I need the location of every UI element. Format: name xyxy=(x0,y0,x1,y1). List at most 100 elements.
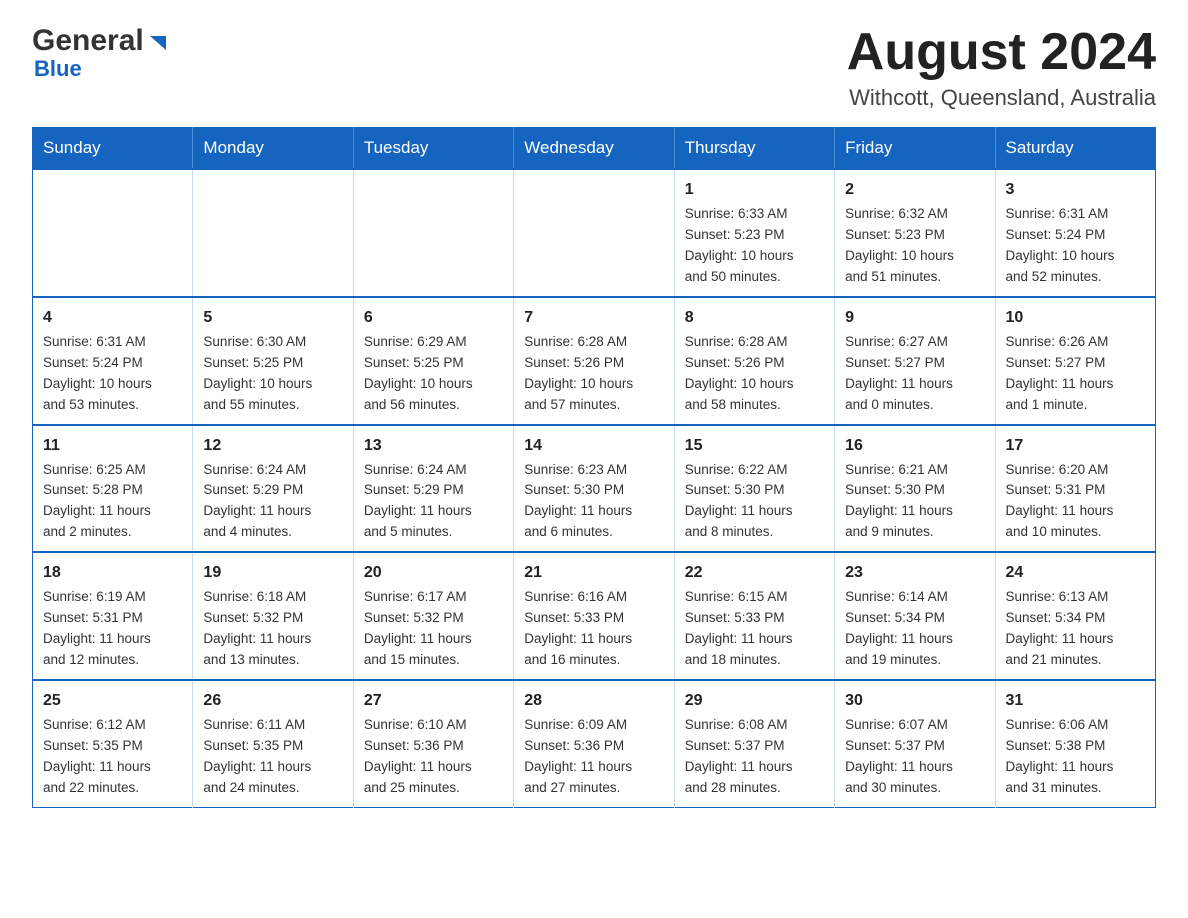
day-of-week-header: Thursday xyxy=(674,128,834,170)
day-number: 2 xyxy=(845,178,984,202)
day-info: Sunrise: 6:27 AM Sunset: 5:27 PM Dayligh… xyxy=(845,332,984,416)
day-number: 10 xyxy=(1006,306,1145,330)
calendar-cell: 24Sunrise: 6:13 AM Sunset: 5:34 PM Dayli… xyxy=(995,552,1155,680)
day-number: 18 xyxy=(43,561,182,585)
day-info: Sunrise: 6:31 AM Sunset: 5:24 PM Dayligh… xyxy=(43,332,182,416)
day-number: 19 xyxy=(203,561,342,585)
day-info: Sunrise: 6:17 AM Sunset: 5:32 PM Dayligh… xyxy=(364,587,503,671)
day-number: 23 xyxy=(845,561,984,585)
calendar-week-row: 25Sunrise: 6:12 AM Sunset: 5:35 PM Dayli… xyxy=(33,680,1156,807)
day-info: Sunrise: 6:32 AM Sunset: 5:23 PM Dayligh… xyxy=(845,204,984,288)
day-info: Sunrise: 6:23 AM Sunset: 5:30 PM Dayligh… xyxy=(524,460,663,544)
calendar-cell: 9Sunrise: 6:27 AM Sunset: 5:27 PM Daylig… xyxy=(835,297,995,425)
day-number: 31 xyxy=(1006,689,1145,713)
day-info: Sunrise: 6:07 AM Sunset: 5:37 PM Dayligh… xyxy=(845,715,984,799)
day-info: Sunrise: 6:14 AM Sunset: 5:34 PM Dayligh… xyxy=(845,587,984,671)
day-info: Sunrise: 6:18 AM Sunset: 5:32 PM Dayligh… xyxy=(203,587,342,671)
day-number: 28 xyxy=(524,689,663,713)
calendar-cell: 18Sunrise: 6:19 AM Sunset: 5:31 PM Dayli… xyxy=(33,552,193,680)
calendar-cell: 30Sunrise: 6:07 AM Sunset: 5:37 PM Dayli… xyxy=(835,680,995,807)
calendar-cell xyxy=(33,169,193,297)
calendar-cell: 26Sunrise: 6:11 AM Sunset: 5:35 PM Dayli… xyxy=(193,680,353,807)
calendar-cell: 5Sunrise: 6:30 AM Sunset: 5:25 PM Daylig… xyxy=(193,297,353,425)
calendar-week-row: 18Sunrise: 6:19 AM Sunset: 5:31 PM Dayli… xyxy=(33,552,1156,680)
day-info: Sunrise: 6:08 AM Sunset: 5:37 PM Dayligh… xyxy=(685,715,824,799)
day-number: 14 xyxy=(524,434,663,458)
day-number: 21 xyxy=(524,561,663,585)
day-of-week-header: Sunday xyxy=(33,128,193,170)
page-header: General Blue August 2024 Withcott, Queen… xyxy=(32,24,1156,111)
calendar-cell: 15Sunrise: 6:22 AM Sunset: 5:30 PM Dayli… xyxy=(674,425,834,553)
day-info: Sunrise: 6:25 AM Sunset: 5:28 PM Dayligh… xyxy=(43,460,182,544)
calendar-cell: 6Sunrise: 6:29 AM Sunset: 5:25 PM Daylig… xyxy=(353,297,513,425)
calendar-cell: 10Sunrise: 6:26 AM Sunset: 5:27 PM Dayli… xyxy=(995,297,1155,425)
day-number: 29 xyxy=(685,689,824,713)
day-info: Sunrise: 6:24 AM Sunset: 5:29 PM Dayligh… xyxy=(364,460,503,544)
day-info: Sunrise: 6:13 AM Sunset: 5:34 PM Dayligh… xyxy=(1006,587,1145,671)
calendar-cell: 3Sunrise: 6:31 AM Sunset: 5:24 PM Daylig… xyxy=(995,169,1155,297)
day-info: Sunrise: 6:11 AM Sunset: 5:35 PM Dayligh… xyxy=(203,715,342,799)
calendar-cell: 14Sunrise: 6:23 AM Sunset: 5:30 PM Dayli… xyxy=(514,425,674,553)
day-number: 16 xyxy=(845,434,984,458)
day-info: Sunrise: 6:19 AM Sunset: 5:31 PM Dayligh… xyxy=(43,587,182,671)
day-number: 5 xyxy=(203,306,342,330)
day-info: Sunrise: 6:22 AM Sunset: 5:30 PM Dayligh… xyxy=(685,460,824,544)
day-of-week-header: Tuesday xyxy=(353,128,513,170)
calendar-cell: 1Sunrise: 6:33 AM Sunset: 5:23 PM Daylig… xyxy=(674,169,834,297)
calendar-cell: 8Sunrise: 6:28 AM Sunset: 5:26 PM Daylig… xyxy=(674,297,834,425)
day-info: Sunrise: 6:26 AM Sunset: 5:27 PM Dayligh… xyxy=(1006,332,1145,416)
day-number: 24 xyxy=(1006,561,1145,585)
calendar-cell xyxy=(193,169,353,297)
day-info: Sunrise: 6:28 AM Sunset: 5:26 PM Dayligh… xyxy=(685,332,824,416)
logo-general-text: General xyxy=(32,24,144,58)
calendar-cell: 7Sunrise: 6:28 AM Sunset: 5:26 PM Daylig… xyxy=(514,297,674,425)
day-info: Sunrise: 6:09 AM Sunset: 5:36 PM Dayligh… xyxy=(524,715,663,799)
calendar-cell: 27Sunrise: 6:10 AM Sunset: 5:36 PM Dayli… xyxy=(353,680,513,807)
calendar-week-row: 11Sunrise: 6:25 AM Sunset: 5:28 PM Dayli… xyxy=(33,425,1156,553)
day-info: Sunrise: 6:30 AM Sunset: 5:25 PM Dayligh… xyxy=(203,332,342,416)
calendar-cell: 29Sunrise: 6:08 AM Sunset: 5:37 PM Dayli… xyxy=(674,680,834,807)
day-number: 22 xyxy=(685,561,824,585)
calendar-cell: 12Sunrise: 6:24 AM Sunset: 5:29 PM Dayli… xyxy=(193,425,353,553)
day-number: 7 xyxy=(524,306,663,330)
day-number: 4 xyxy=(43,306,182,330)
day-info: Sunrise: 6:06 AM Sunset: 5:38 PM Dayligh… xyxy=(1006,715,1145,799)
day-number: 13 xyxy=(364,434,503,458)
day-number: 27 xyxy=(364,689,503,713)
day-info: Sunrise: 6:16 AM Sunset: 5:33 PM Dayligh… xyxy=(524,587,663,671)
day-number: 8 xyxy=(685,306,824,330)
day-number: 11 xyxy=(43,434,182,458)
day-info: Sunrise: 6:12 AM Sunset: 5:35 PM Dayligh… xyxy=(43,715,182,799)
calendar-cell: 19Sunrise: 6:18 AM Sunset: 5:32 PM Dayli… xyxy=(193,552,353,680)
month-title: August 2024 xyxy=(847,24,1156,81)
day-info: Sunrise: 6:24 AM Sunset: 5:29 PM Dayligh… xyxy=(203,460,342,544)
day-info: Sunrise: 6:28 AM Sunset: 5:26 PM Dayligh… xyxy=(524,332,663,416)
day-info: Sunrise: 6:21 AM Sunset: 5:30 PM Dayligh… xyxy=(845,460,984,544)
calendar-cell: 31Sunrise: 6:06 AM Sunset: 5:38 PM Dayli… xyxy=(995,680,1155,807)
day-of-week-header: Wednesday xyxy=(514,128,674,170)
logo-blue-text: Blue xyxy=(32,56,82,82)
calendar-header-row: SundayMondayTuesdayWednesdayThursdayFrid… xyxy=(33,128,1156,170)
calendar-week-row: 4Sunrise: 6:31 AM Sunset: 5:24 PM Daylig… xyxy=(33,297,1156,425)
day-number: 9 xyxy=(845,306,984,330)
calendar-cell: 25Sunrise: 6:12 AM Sunset: 5:35 PM Dayli… xyxy=(33,680,193,807)
calendar-cell: 28Sunrise: 6:09 AM Sunset: 5:36 PM Dayli… xyxy=(514,680,674,807)
calendar-cell: 11Sunrise: 6:25 AM Sunset: 5:28 PM Dayli… xyxy=(33,425,193,553)
day-info: Sunrise: 6:15 AM Sunset: 5:33 PM Dayligh… xyxy=(685,587,824,671)
day-info: Sunrise: 6:33 AM Sunset: 5:23 PM Dayligh… xyxy=(685,204,824,288)
day-number: 20 xyxy=(364,561,503,585)
day-number: 30 xyxy=(845,689,984,713)
calendar-cell: 17Sunrise: 6:20 AM Sunset: 5:31 PM Dayli… xyxy=(995,425,1155,553)
logo-triangle-icon xyxy=(146,32,168,54)
location-title: Withcott, Queensland, Australia xyxy=(847,85,1156,111)
calendar-cell: 22Sunrise: 6:15 AM Sunset: 5:33 PM Dayli… xyxy=(674,552,834,680)
calendar-cell: 4Sunrise: 6:31 AM Sunset: 5:24 PM Daylig… xyxy=(33,297,193,425)
day-number: 3 xyxy=(1006,178,1145,202)
calendar-cell: 2Sunrise: 6:32 AM Sunset: 5:23 PM Daylig… xyxy=(835,169,995,297)
day-number: 15 xyxy=(685,434,824,458)
calendar-cell: 13Sunrise: 6:24 AM Sunset: 5:29 PM Dayli… xyxy=(353,425,513,553)
day-info: Sunrise: 6:20 AM Sunset: 5:31 PM Dayligh… xyxy=(1006,460,1145,544)
day-number: 25 xyxy=(43,689,182,713)
calendar-week-row: 1Sunrise: 6:33 AM Sunset: 5:23 PM Daylig… xyxy=(33,169,1156,297)
day-of-week-header: Saturday xyxy=(995,128,1155,170)
